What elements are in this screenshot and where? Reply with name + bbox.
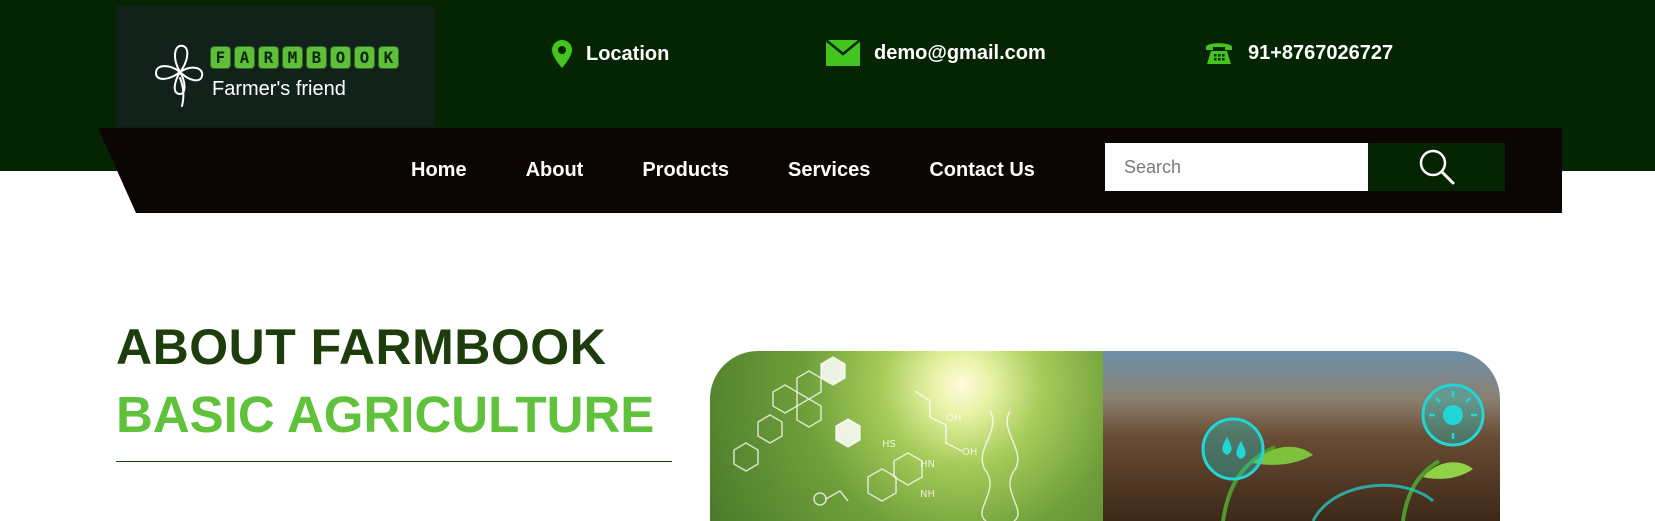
clover-icon bbox=[155, 44, 204, 107]
brand-tagline: Farmer's friend bbox=[212, 78, 346, 100]
about-subtitle: BASIC AGRICULTURE bbox=[116, 386, 655, 443]
brand-letter: M bbox=[282, 46, 303, 69]
telephone-icon bbox=[1206, 43, 1232, 64]
about-image: HS HN OH OH NH bbox=[710, 351, 1500, 521]
magnifier-icon bbox=[1419, 149, 1454, 185]
molecule-overlay: HS HN OH OH NH bbox=[733, 356, 1019, 521]
agri-tech-overlay bbox=[1201, 383, 1485, 521]
main-navigation: Home About Products Services Contact Us bbox=[98, 128, 1562, 213]
svg-text:OH: OH bbox=[962, 447, 977, 458]
brand-letter: O bbox=[330, 46, 351, 69]
brand-letter: B bbox=[306, 46, 327, 69]
brand-letter: F bbox=[210, 46, 231, 69]
about-title: ABOUT FARMBOOK bbox=[116, 319, 607, 375]
science-leaves-photo: HS HN OH OH NH bbox=[710, 351, 1103, 521]
contact-email[interactable]: demo@gmail.com bbox=[826, 40, 1046, 66]
svg-text:HN: HN bbox=[920, 459, 935, 470]
contact-location-label: Location bbox=[586, 42, 670, 65]
search-input[interactable] bbox=[1105, 143, 1368, 191]
brand-letter: K bbox=[378, 46, 399, 69]
brand-wordmark: F A R M B O O K bbox=[210, 46, 399, 69]
nav-item-services[interactable]: Services bbox=[788, 159, 870, 182]
svg-text:NH: NH bbox=[920, 489, 935, 500]
svg-text:HS: HS bbox=[882, 439, 896, 450]
brand-letter: R bbox=[258, 46, 279, 69]
brand-letter: A bbox=[234, 46, 255, 69]
nav-links: Home About Products Services Contact Us bbox=[411, 128, 1094, 213]
map-pin-icon bbox=[552, 40, 572, 68]
nav-item-contact-us[interactable]: Contact Us bbox=[929, 159, 1035, 182]
nav-item-about[interactable]: About bbox=[526, 159, 584, 182]
svg-text:OH: OH bbox=[946, 413, 961, 424]
search-button[interactable] bbox=[1368, 143, 1505, 191]
contact-location[interactable]: Location bbox=[552, 40, 669, 68]
brand-logo[interactable]: F A R M B O O K Farmer's friend bbox=[116, 6, 435, 127]
contact-phone[interactable]: 91+8767026727 bbox=[1204, 40, 1393, 66]
brand-letter: O bbox=[354, 46, 375, 69]
contact-phone-label: 91+8767026727 bbox=[1248, 41, 1394, 64]
nav-item-products[interactable]: Products bbox=[642, 159, 729, 182]
envelope-icon bbox=[826, 40, 860, 66]
contact-email-label: demo@gmail.com bbox=[874, 41, 1046, 64]
sprout-soil-photo bbox=[1103, 351, 1500, 521]
nav-item-home[interactable]: Home bbox=[411, 159, 467, 182]
title-divider bbox=[116, 461, 672, 462]
